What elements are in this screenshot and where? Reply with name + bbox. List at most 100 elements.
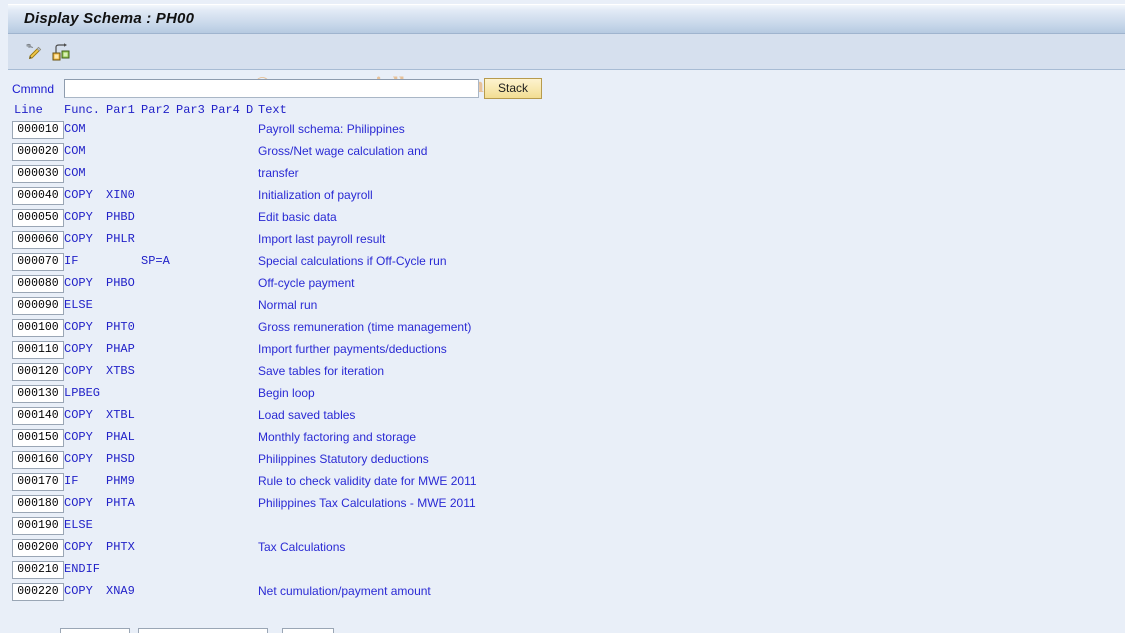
- row-par1: PHBD: [106, 210, 135, 224]
- table-row: 000050 COPY PHBD Edit basic data: [0, 209, 1125, 231]
- line-number-field[interactable]: 000220: [12, 583, 64, 601]
- table-row: 000030 COM transfer: [0, 165, 1125, 187]
- row-par1: PHM9: [106, 474, 135, 488]
- line-number-field[interactable]: 000120: [12, 363, 64, 381]
- line-number-field[interactable]: 000170: [12, 473, 64, 491]
- row-text: Off-cycle payment: [258, 276, 355, 290]
- header-line: Line: [14, 103, 43, 117]
- table-row: 000140 COPY XTBL Load saved tables: [0, 407, 1125, 429]
- line-number-field[interactable]: 000040: [12, 187, 64, 205]
- header-par1: Par1: [106, 103, 135, 117]
- row-text: Import further payments/deductions: [258, 342, 447, 356]
- row-func: ENDIF: [64, 562, 101, 576]
- row-par1: PHTX: [106, 540, 135, 554]
- row-func: COPY: [64, 452, 93, 466]
- line-number-field[interactable]: 000060: [12, 231, 64, 249]
- line-number-field[interactable]: 000010: [12, 121, 64, 139]
- stack-button[interactable]: Stack: [484, 78, 542, 99]
- line-number-field[interactable]: 000210: [12, 561, 64, 579]
- row-text: Monthly factoring and storage: [258, 430, 417, 444]
- edit-pencil-icon[interactable]: [22, 41, 44, 63]
- line-number-field[interactable]: 000190: [12, 517, 64, 535]
- line-number-field[interactable]: 000070: [12, 253, 64, 271]
- row-text: Special calculations if Off-Cycle run: [258, 254, 447, 268]
- table-row: 000190 ELSE: [0, 517, 1125, 539]
- row-func: COPY: [64, 430, 93, 444]
- row-text: Tax Calculations: [258, 540, 346, 554]
- row-func: COM: [64, 166, 86, 180]
- row-par1: PHLR: [106, 232, 135, 246]
- row-text: Begin loop: [258, 386, 315, 400]
- page-title: Display Schema : PH00: [24, 10, 195, 27]
- line-number-field[interactable]: 000030: [12, 165, 64, 183]
- table-row: 000110 COPY PHAP Import further payments/de…: [0, 341, 1125, 363]
- command-label: Cmmnd: [12, 82, 55, 96]
- command-input[interactable]: [64, 79, 479, 98]
- row-func: COPY: [64, 540, 93, 554]
- header-func: Func.: [64, 103, 101, 117]
- line-number-field[interactable]: 000100: [12, 319, 64, 337]
- row-par1: XTBS: [106, 364, 135, 378]
- row-func: COPY: [64, 584, 93, 598]
- hierarchy-structure-icon[interactable]: [50, 41, 72, 63]
- table-row: 000070 IF SP=A Special calculations if Off-…: [0, 253, 1125, 275]
- row-par1: PHBO: [106, 276, 135, 290]
- row-func: COPY: [64, 496, 93, 510]
- row-text: Edit basic data: [258, 210, 337, 224]
- row-text: Gross/Net wage calculation and: [258, 144, 428, 158]
- row-text: transfer: [258, 166, 299, 180]
- table-row: 000200 COPY PHTX Tax Calculations: [0, 539, 1125, 561]
- row-text: Rule to check validity date for MWE 2011: [258, 474, 477, 488]
- line-number-field[interactable]: 000130: [12, 385, 64, 403]
- line-number-field[interactable]: 000160: [12, 451, 64, 469]
- bottom-field-1[interactable]: [60, 628, 130, 633]
- table-row: 000020 COM Gross/Net wage calculation and: [0, 143, 1125, 165]
- line-number-field[interactable]: 000110: [12, 341, 64, 359]
- bottom-field-2[interactable]: [138, 628, 268, 633]
- row-func: LPBEG: [64, 386, 101, 400]
- row-func: COPY: [64, 210, 93, 224]
- header-text: Text: [258, 103, 287, 117]
- row-text: Net cumulation/payment amount: [258, 584, 431, 598]
- row-func: COPY: [64, 276, 93, 290]
- line-number-field[interactable]: 000020: [12, 143, 64, 161]
- application-toolbar: © www.tutorialkart.com: [8, 34, 1125, 97]
- table-row: 000090 ELSE Normal run: [0, 297, 1125, 319]
- line-number-field[interactable]: 000080: [12, 275, 64, 293]
- row-par1: XIN0: [106, 188, 135, 202]
- table-row: 000060 COPY PHLR Import last payroll result: [0, 231, 1125, 253]
- table-row: 000120 COPY XTBS Save tables for iteration: [0, 363, 1125, 385]
- line-number-field[interactable]: 000090: [12, 297, 64, 315]
- row-text: Import last payroll result: [258, 232, 386, 246]
- line-number-field[interactable]: 000200: [12, 539, 64, 557]
- bottom-cutoff-widgets: [0, 612, 1125, 633]
- row-par1: PHAL: [106, 430, 135, 444]
- row-text: Normal run: [258, 298, 318, 312]
- row-func: COPY: [64, 364, 93, 378]
- bottom-field-3[interactable]: [282, 628, 334, 633]
- row-func: COM: [64, 122, 86, 136]
- row-text: Philippines Tax Calculations - MWE 2011: [258, 496, 476, 510]
- row-func: ELSE: [64, 298, 93, 312]
- row-par1: PHT0: [106, 320, 135, 334]
- line-number-field[interactable]: 000180: [12, 495, 64, 513]
- row-par1: XTBL: [106, 408, 135, 422]
- row-func: IF: [64, 254, 79, 268]
- row-func: COPY: [64, 342, 93, 356]
- row-text: Initialization of payroll: [258, 188, 373, 202]
- row-func: COPY: [64, 408, 93, 422]
- line-number-field[interactable]: 000050: [12, 209, 64, 227]
- table-row: 000080 COPY PHBO Off-cycle payment: [0, 275, 1125, 297]
- row-func: COM: [64, 144, 86, 158]
- line-number-field[interactable]: 000140: [12, 407, 64, 425]
- row-par2: SP=A: [141, 254, 170, 268]
- grid-header-row: Line Func. Par1 Par2 Par3 Par4 D Text: [0, 103, 1125, 121]
- table-row: 000130 LPBEG Begin loop: [0, 385, 1125, 407]
- table-row: 000160 COPY PHSD Philippines Statutory dedu…: [0, 451, 1125, 473]
- table-row: 000210 ENDIF: [0, 561, 1125, 583]
- row-func: IF: [64, 474, 79, 488]
- command-row: Cmmnd Stack: [0, 78, 1125, 102]
- row-func: COPY: [64, 320, 93, 334]
- row-par1: PHTA: [106, 496, 135, 510]
- line-number-field[interactable]: 000150: [12, 429, 64, 447]
